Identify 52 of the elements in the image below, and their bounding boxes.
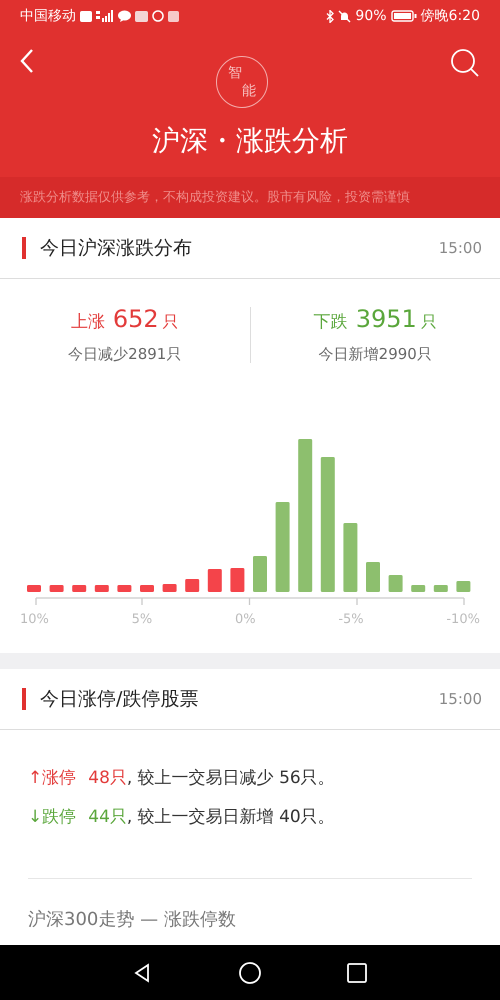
axis-label: 0% xyxy=(234,612,256,627)
bluetooth-icon xyxy=(326,10,334,22)
stat-unit: 只 xyxy=(420,312,437,333)
axis-label: 10% xyxy=(20,612,49,627)
section-title: 今日涨停/跌停股票 xyxy=(40,687,198,712)
stat-count: 3951 xyxy=(356,305,417,333)
histogram-bar xyxy=(208,569,222,592)
histogram-bar xyxy=(27,585,41,592)
histogram-bar xyxy=(162,584,177,592)
chat-icon xyxy=(118,10,131,22)
axis-label: -10% xyxy=(446,612,480,627)
logo-char: 智 xyxy=(228,64,242,82)
section-title: 今日沪深涨跌分布 xyxy=(40,236,192,261)
battery-icon xyxy=(390,10,417,22)
histogram-bar xyxy=(253,556,267,592)
histogram-bar xyxy=(94,585,109,592)
page-title: 沪深・涨跌分析 xyxy=(151,123,349,159)
chart-subtitle: 沪深300走势 — 涨跌停数 xyxy=(27,908,237,931)
accent-bar xyxy=(22,688,26,710)
limit-summary: ↑涨停 48只, 较上一交易日减少 56只。 xyxy=(28,767,336,789)
stat-count: 652 xyxy=(112,305,159,333)
limit-summary: ↓跌停 44只, 较上一交易日新增 40只。 xyxy=(28,806,336,828)
stat-unit: 只 xyxy=(162,312,179,333)
disclaimer-text: 涨跌分析数据仅供参考，不构成投资建议。股市有风险，投资需谨慎 xyxy=(0,177,500,218)
histogram-bar xyxy=(434,585,448,592)
ring-icon xyxy=(152,10,164,22)
stat-change: 今日减少2891只 xyxy=(68,345,182,364)
signal-icon xyxy=(96,10,114,22)
stat-label: 上涨 xyxy=(70,311,105,333)
axis-label: 5% xyxy=(132,612,152,627)
section-time: 15:00 xyxy=(438,239,482,257)
section-time: 15:00 xyxy=(438,690,482,708)
clock: 傍晚6:20 xyxy=(420,7,480,25)
histogram-bar xyxy=(343,523,358,592)
histogram-bar xyxy=(388,575,403,592)
stat-label: 下跌 xyxy=(314,311,348,333)
histogram-bar xyxy=(50,585,64,592)
histogram-bar xyxy=(185,579,200,592)
accent-bar xyxy=(22,237,26,259)
battery-level: 90% xyxy=(355,8,387,24)
histogram-bar xyxy=(456,581,470,592)
bell-muted-icon xyxy=(338,10,352,22)
histogram-bar xyxy=(72,585,86,592)
histogram-bar xyxy=(411,585,426,592)
axis-label: -5% xyxy=(338,612,364,627)
histogram-bar xyxy=(366,562,380,592)
carrier-name: 中国移动 xyxy=(20,7,76,25)
logo-char: 能 xyxy=(242,82,257,100)
histogram-bar xyxy=(140,585,154,592)
histogram-bar xyxy=(117,585,132,592)
stat-change: 今日新增2990只 xyxy=(318,345,432,364)
histogram-bar xyxy=(230,568,244,592)
